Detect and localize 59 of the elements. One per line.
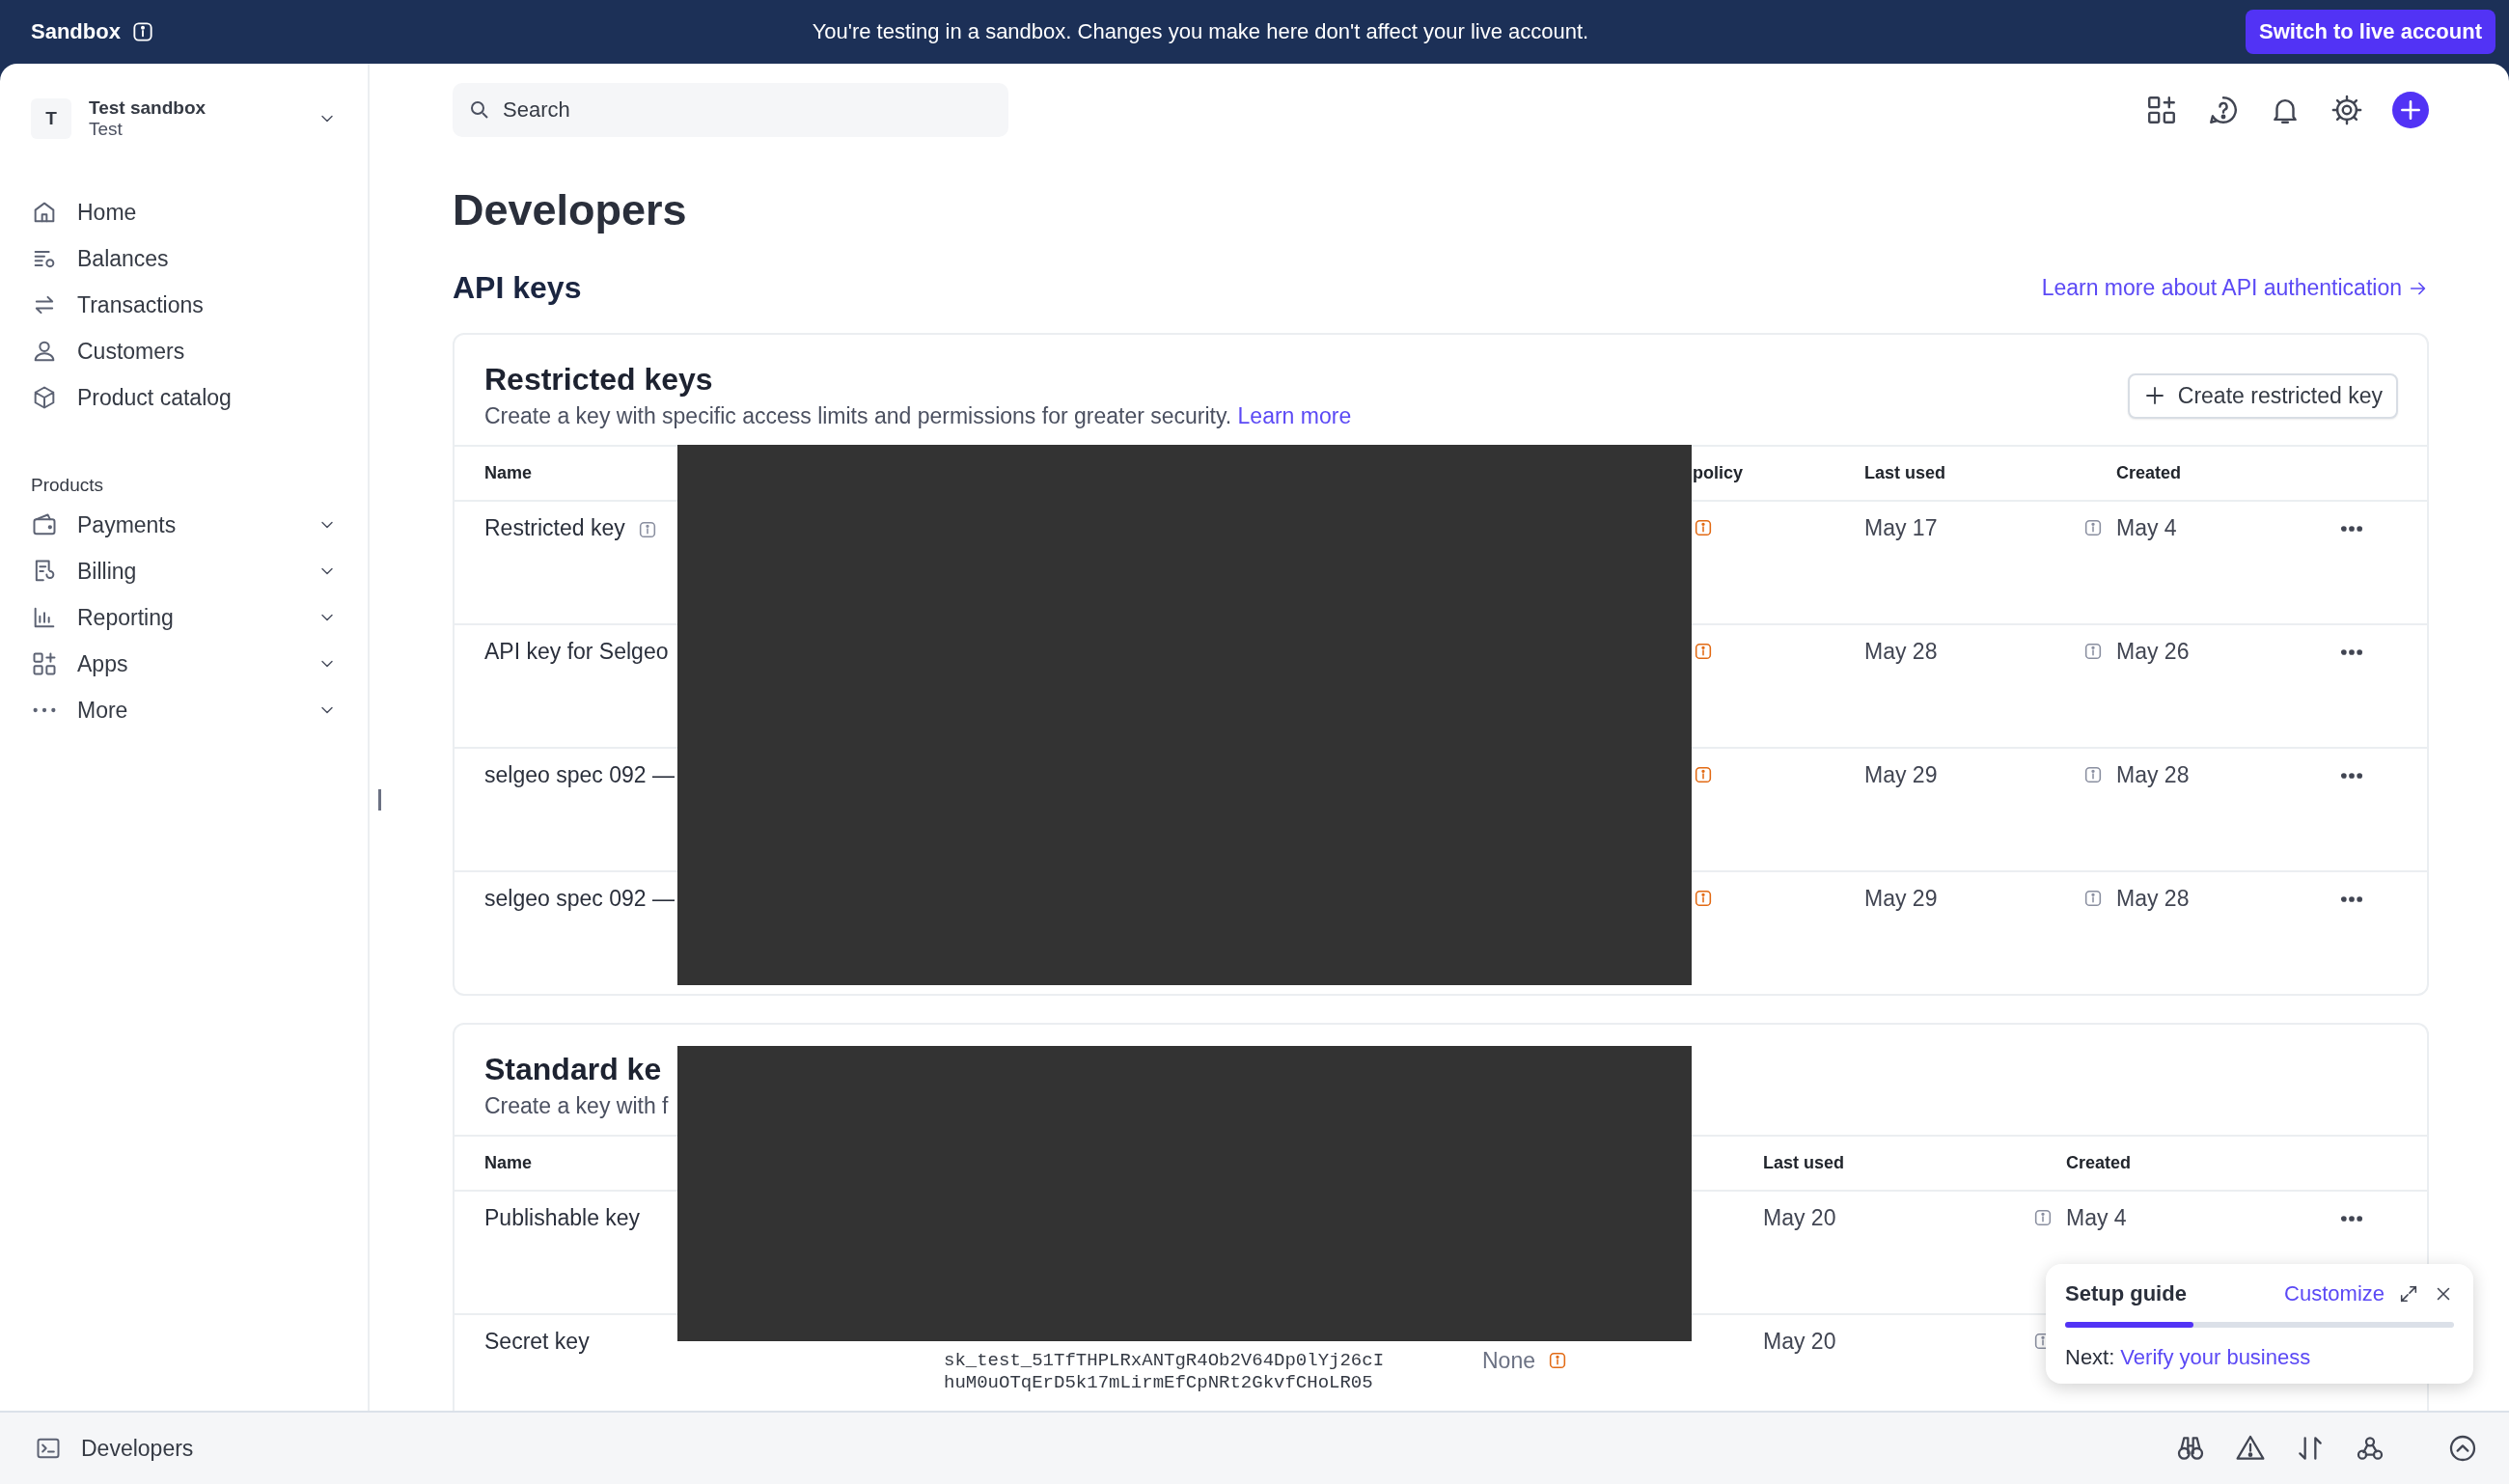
table-cell-text: May 29 [1864,762,1939,788]
column-header: policy [1693,463,1744,483]
table-cell-text: May 28 [1864,639,1939,665]
page-title: Developers [453,184,688,236]
column-header: Last used [1763,1153,1846,1173]
account-avatar[interactable]: T [31,98,71,139]
customize-link[interactable]: Customize [2284,1281,2385,1306]
create-key-button[interactable]: Create restricted key [2127,372,2398,419]
nav-item[interactable]: Balances [77,245,337,272]
nav-item[interactable]: Product catalog [77,384,337,411]
api-auth-link[interactable]: Learn more about API authentication [2041,275,2429,301]
key-token: sk_test_51TfTHPLRxANTgR4Ob2V64Dp0lYj26cI [944,1350,1386,1372]
table-cell-text: May 4 [2066,1205,2128,1231]
setup-guide-title: Setup guide [2065,1281,2188,1306]
section-title: API keys [453,270,582,306]
key-name: API key for Selgeo [484,639,669,665]
account-mode: Test [89,119,124,140]
key-token: huM0uOTqErD5k17mLirmEfCpNRt2GkvfCHoLR05 [944,1372,1374,1394]
card-description: Create a key with f [484,1093,669,1119]
footer-label[interactable]: Developers [81,1435,194,1461]
column-header: Last used [1864,463,1947,483]
nav-item[interactable]: Home [77,199,337,226]
column-header: Created [2116,463,2183,483]
next-label: Next: [2065,1345,2115,1370]
nav-item[interactable]: Apps [77,650,298,677]
card-title: Restricted keys [484,362,714,398]
account-name[interactable]: Test sandbox [89,97,300,119]
nav-item[interactable]: Billing [77,558,298,585]
sandbox-message: You're testing in a sandbox. Changes you make here don't affect your live account. [811,19,1590,44]
table-cell-text: May 20 [1763,1205,1837,1231]
nav-item[interactable]: More [77,697,298,724]
column-header: Created [2066,1153,2133,1173]
nav-item[interactable]: Reporting [77,604,298,631]
section-heading: Products [31,475,104,496]
table-cell-text: May 26 [2116,639,2191,665]
verify-business-link[interactable]: Verify your business [2120,1345,2311,1370]
key-name: Secret key [484,1329,590,1355]
key-name: selgeo spec 092 — [484,762,675,788]
search-field[interactable]: Search [453,83,1008,137]
sandbox-label: Sandbox [31,19,121,44]
column-header: Name [484,463,534,483]
nav-item[interactable]: Transactions [77,291,337,318]
key-name: selgeo spec 092 — [484,886,675,912]
table-cell-text: May 17 [1864,515,1939,541]
key-name: Publishable key [484,1205,641,1231]
table-cell-text: May 4 [2116,515,2178,541]
table-cell-text: May 28 [2116,886,2191,912]
nav-item[interactable]: Payments [77,511,298,538]
nav-item[interactable]: Customers [77,338,337,365]
learn-more-link[interactable]: Learn more [1237,403,1352,428]
table-cell: None [1482,1348,1535,1374]
key-name: Restricted key [484,515,625,541]
card-title: Standard ke [484,1052,663,1087]
table-cell-text: May 29 [1864,886,1939,912]
column-header: Name [484,1153,534,1173]
switch-live-button[interactable]: Switch to live account [2245,10,2495,54]
table-cell-text: May 28 [2116,762,2191,788]
table-cell-text: May 20 [1763,1329,1837,1355]
card-description: Create a key with specific access limits and permissions for greater security. Learn more [484,403,1352,429]
